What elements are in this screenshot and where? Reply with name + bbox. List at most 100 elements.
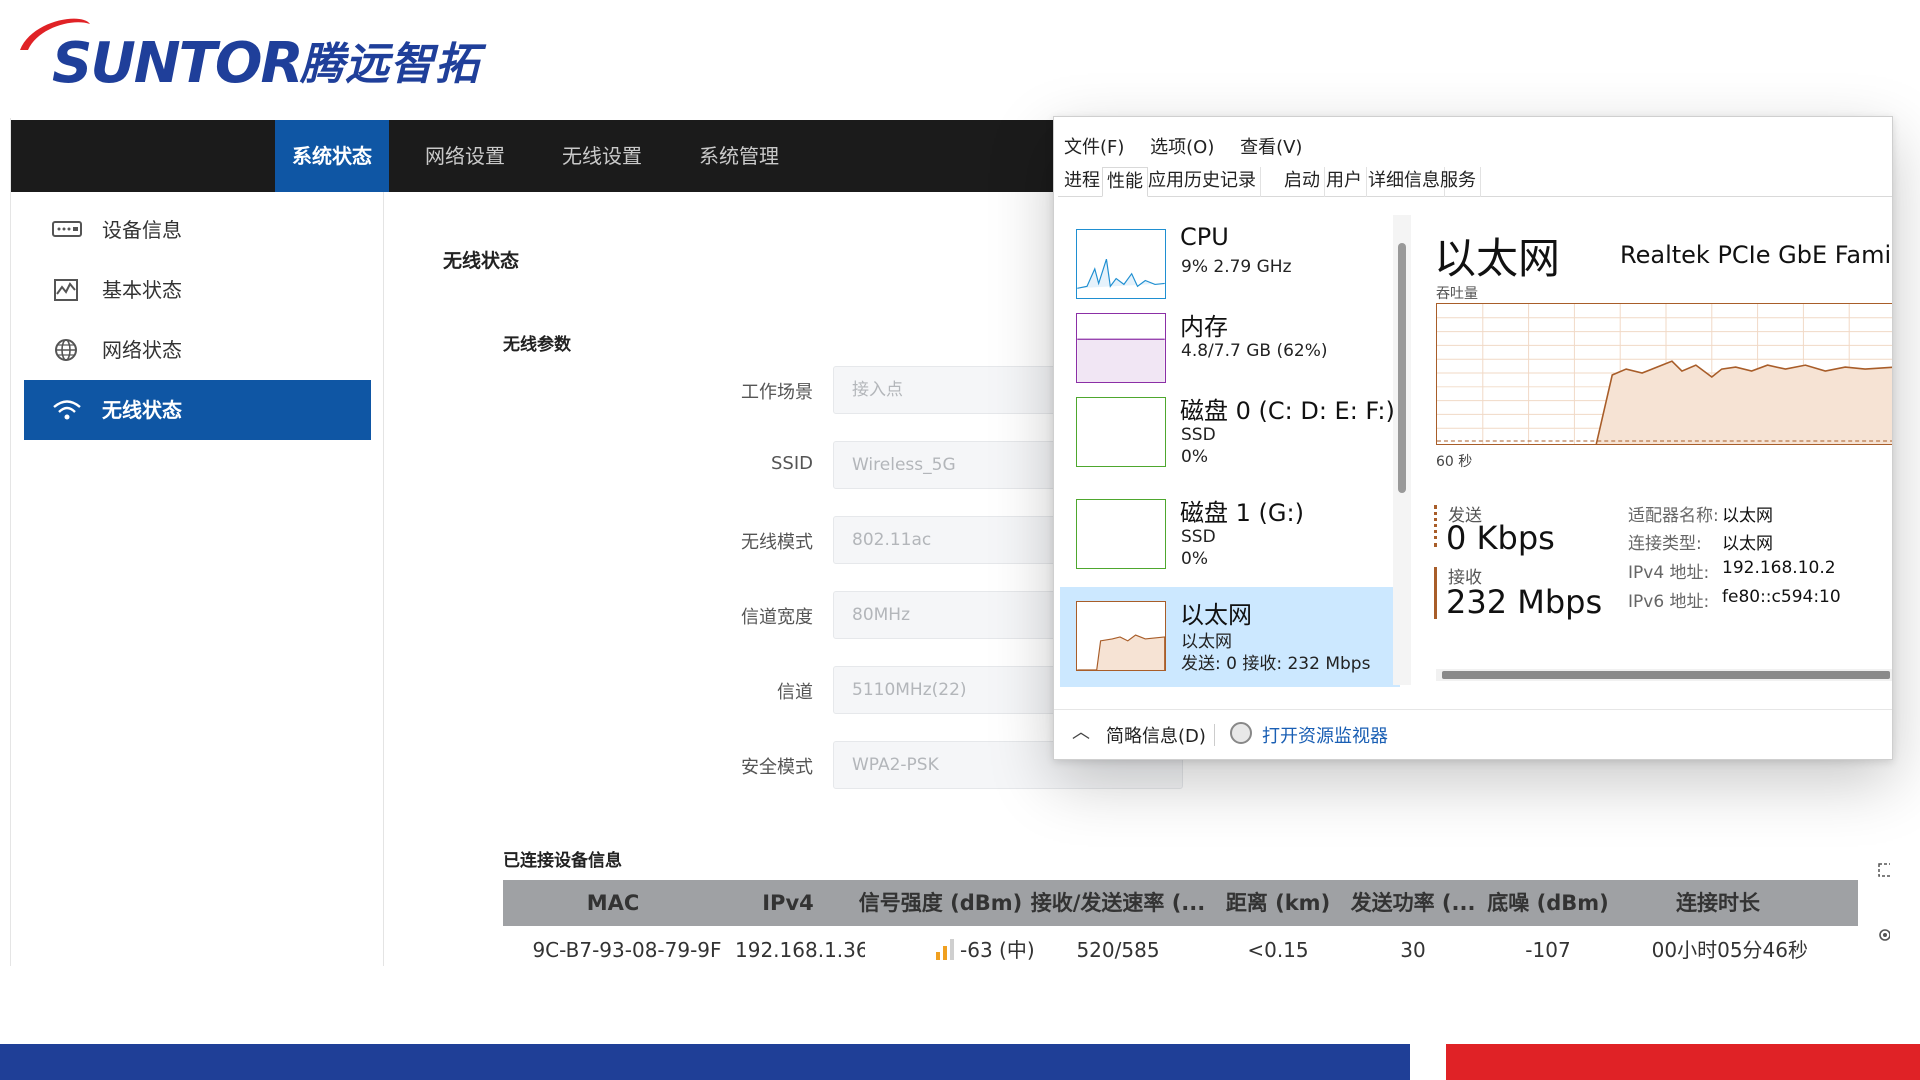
col-ipv4: IPv4 (762, 891, 814, 915)
chevron-up-icon[interactable]: ︿ (1072, 718, 1090, 744)
col-rate: 接收/发送速率 (... (1030, 891, 1206, 915)
perf-item-disk0[interactable]: 磁盘 0 (C: D: E: F:) SSD 0% (1060, 383, 1400, 481)
perf-name: CPU (1180, 223, 1229, 251)
nav-network-settings[interactable]: 网络设置 (425, 120, 505, 192)
sidebar-item-label: 基本状态 (102, 278, 182, 302)
info-key: IPv4 地址: (1628, 563, 1710, 583)
col-tx-power: 发送功率 (... (1350, 891, 1476, 915)
nav-system-management[interactable]: 系统管理 (699, 120, 779, 192)
table-row[interactable]: 9C-B7-93-08-79-9F 192.168.1.36 -63 (中) 5… (503, 926, 1858, 966)
info-key: 适配器名称: (1628, 506, 1719, 526)
settings-gear-icon[interactable] (1877, 926, 1890, 944)
tab-bar: 进程 性能 应用历史记录 启动 用户 详细信息 服务 (1058, 167, 1892, 197)
sidebar-item-label: 无线状态 (102, 398, 182, 422)
field-label-security: 安全模式 (741, 757, 813, 778)
sidebar-item-device-info[interactable]: 设备信息 (24, 200, 371, 260)
sidebar-item-network-status[interactable]: 网络状态 (24, 320, 371, 380)
perf-list-scrollbar[interactable] (1393, 215, 1411, 685)
tab-startup[interactable]: 启动 (1280, 167, 1325, 197)
throughput-graph (1436, 303, 1892, 445)
tab-app-history[interactable]: 应用历史记录 (1144, 167, 1261, 197)
detail-title: 以太网 (1434, 234, 1561, 283)
perf-item-ethernet[interactable]: 以太网 以太网 发送: 0 接收: 232 Mbps (1060, 587, 1400, 687)
info-value: 192.168.10.2 (1722, 558, 1836, 578)
field-label-scene: 工作场景 (741, 382, 813, 403)
cell-duration: 00小时05分46秒 (1651, 938, 1808, 962)
bottom-red-bar (1446, 1044, 1920, 1080)
perf-sub: SSD (1181, 425, 1216, 445)
sidebar-item-basic-status[interactable]: 基本状态 (24, 260, 371, 320)
task-manager-footer: ︿ 简略信息(D) 打开资源监视器 (1054, 709, 1892, 759)
brand-logo: SUNTOR 腾远智拓 (12, 10, 532, 92)
sidebar-item-wireless-status[interactable]: 无线状态 (24, 380, 371, 440)
info-key: 连接类型: (1628, 534, 1702, 554)
perf-sub: SSD (1181, 527, 1216, 547)
globe-icon (55, 339, 77, 361)
sidebar-item-label: 网络状态 (102, 338, 182, 362)
footer-divider (1214, 724, 1215, 746)
field-label-mode: 无线模式 (741, 532, 813, 553)
tab-services[interactable]: 服务 (1436, 167, 1481, 197)
table-header: MAC IPv4 信号强度 (dBm) 接收/发送速率 (... 距离 (km)… (503, 880, 1858, 926)
cpu-sparkline (1076, 229, 1166, 299)
disk0-sparkline (1076, 397, 1166, 467)
cell-tx-power: 30 (1400, 938, 1426, 962)
info-value: 以太网 (1722, 534, 1773, 554)
fewer-details-link[interactable]: 简略信息(D) (1106, 722, 1206, 748)
field-label-ssid: SSID (770, 453, 813, 474)
send-value: 0 Kbps (1446, 519, 1555, 557)
info-key: IPv6 地址: (1628, 592, 1710, 612)
info-value: fe80::c594:10 (1722, 587, 1841, 607)
tab-processes[interactable]: 进程 (1060, 167, 1105, 197)
menu-view[interactable]: 查看(V) (1240, 137, 1302, 158)
cell-mac: 9C-B7-93-08-79-9F (532, 938, 722, 962)
open-resource-monitor-link[interactable]: 打开资源监视器 (1262, 722, 1388, 748)
menu-bar: 文件(F) 选项(O) 查看(V) (1064, 133, 1322, 159)
cell-noise: -107 (1525, 938, 1571, 962)
field-label-bandwidth: 信道宽度 (741, 607, 813, 628)
device-icon (52, 221, 82, 237)
signal-bars-icon (936, 939, 954, 960)
memory-sparkline (1076, 313, 1166, 383)
field-label-channel: 信道 (777, 682, 813, 703)
resource-monitor-icon (1230, 722, 1252, 744)
receive-indicator (1434, 567, 1437, 619)
menu-options[interactable]: 选项(O) (1150, 137, 1214, 158)
perf-name: 内存 (1180, 313, 1228, 341)
tab-performance[interactable]: 性能 (1102, 167, 1148, 197)
col-noise: 底噪 (dBm) (1487, 891, 1609, 915)
cell-ipv4: 192.168.1.36 (735, 938, 865, 962)
send-indicator (1434, 505, 1437, 547)
cell-distance: <0.15 (1247, 938, 1309, 962)
perf-sub: 4.8/7.7 GB (62%) (1181, 341, 1328, 361)
nav-wireless-settings[interactable]: 无线设置 (562, 120, 642, 192)
perf-name: 磁盘 0 (C: D: E: F:) (1180, 397, 1395, 425)
col-mac: MAC (586, 891, 640, 915)
tab-details[interactable]: 详细信息 (1364, 167, 1445, 197)
perf-list: CPU 9% 2.79 GHz 内存 4.8/7.7 GB (62%) 磁盘 0… (1054, 215, 1414, 687)
menu-file[interactable]: 文件(F) (1064, 137, 1124, 158)
detail-horizontal-scrollbar[interactable] (1436, 669, 1892, 681)
tab-users[interactable]: 用户 (1322, 167, 1367, 197)
disk1-sparkline (1076, 499, 1166, 569)
connected-devices-title: 已连接设备信息 (503, 851, 622, 871)
perf-name: 磁盘 1 (G:) (1180, 499, 1304, 527)
logo-latin-text: SUNTOR (52, 31, 304, 96)
perf-name: 以太网 (1180, 601, 1252, 629)
bottom-blue-bar (0, 1044, 1410, 1080)
throughput-label: 吞吐量 (1436, 286, 1478, 302)
perf-item-disk1[interactable]: 磁盘 1 (G:) SSD 0% (1060, 485, 1400, 583)
sidebar-item-label: 设备信息 (102, 218, 182, 242)
col-signal: 信号强度 (dBm) (858, 891, 1023, 915)
perf-sub: 9% 2.79 GHz (1181, 257, 1292, 277)
nav-system-status[interactable]: 系统状态 (275, 120, 389, 192)
perf-sub: 0% (1181, 447, 1208, 467)
perf-sub: 发送: 0 接收: 232 Mbps (1181, 654, 1371, 674)
receive-value: 232 Mbps (1446, 583, 1603, 621)
connected-devices-table: MAC IPv4 信号强度 (dBm) 接收/发送速率 (... 距离 (km)… (503, 880, 1858, 966)
col-distance: 距离 (km) (1225, 891, 1331, 915)
graph-seconds-label: 60 秒 (1436, 454, 1473, 470)
fullscreen-icon[interactable] (1877, 862, 1890, 878)
chart-icon (54, 279, 78, 301)
wifi-icon (53, 400, 81, 420)
